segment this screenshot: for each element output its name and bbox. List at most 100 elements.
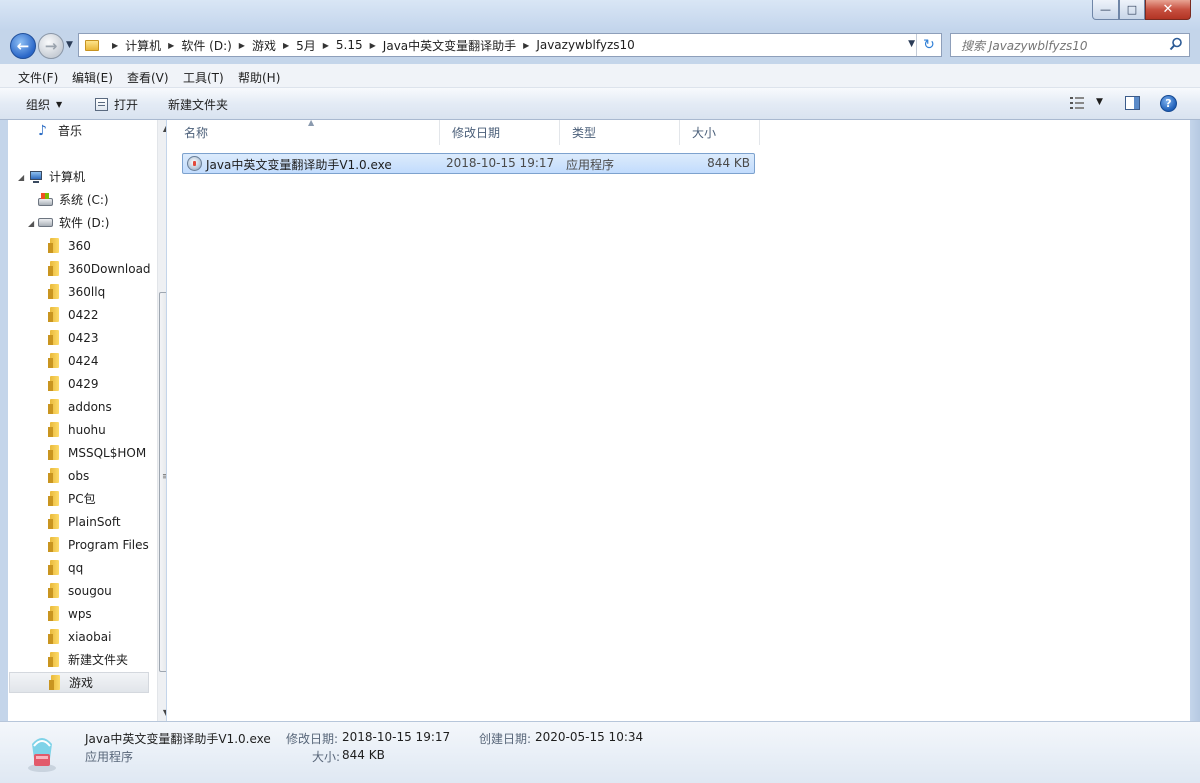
menu-file[interactable]: 文件(F)	[18, 69, 58, 86]
folder-icon	[48, 376, 61, 391]
scroll-up-icon[interactable]: ▲	[158, 120, 166, 137]
tree-item-folder[interactable]: 0429	[48, 373, 166, 394]
maximize-button[interactable]: □	[1119, 0, 1145, 20]
search-icon[interactable]	[1169, 37, 1183, 51]
tree-item-music[interactable]: ♪ 音乐	[38, 120, 166, 141]
tree-item-folder[interactable]: sougou	[48, 580, 166, 601]
chevron-right-icon[interactable]: ▶	[370, 41, 376, 50]
tree-item-label: PlainSoft	[68, 514, 121, 529]
breadcrumb-computer[interactable]: 计算机	[125, 37, 161, 54]
tree-item-computer[interactable]: 计算机	[28, 166, 166, 187]
tree-item-drive-d[interactable]: 软件 (D:)	[38, 212, 166, 233]
folder-icon	[48, 560, 61, 575]
open-icon	[95, 98, 108, 111]
chevron-right-icon[interactable]: ▶	[239, 41, 245, 50]
explorer-window: — □ ✕ ← → ▼ ▶ 计算机 ▶ 软件 (D:) ▶ 游戏 ▶ 5月 ▶ …	[0, 0, 1200, 783]
folder-icon	[48, 284, 61, 299]
breadcrumb-java-tool[interactable]: Java中英文变量翻译助手	[383, 37, 516, 54]
tree-item-label: 系统 (C:)	[59, 193, 109, 207]
tree-item-folder[interactable]: 360Download	[48, 258, 166, 279]
folder-icon	[48, 468, 61, 483]
details-pane: Java中英文变量翻译助手V1.0.exe 应用程序 修改日期: 2018-10…	[0, 721, 1200, 783]
scrollbar-thumb[interactable]	[159, 292, 166, 672]
tree-item-label: 0429	[68, 376, 99, 391]
folder-icon	[48, 422, 61, 437]
tree-item-folder[interactable]: PC包	[48, 488, 166, 509]
recent-pages-dropdown-icon[interactable]: ▼	[66, 40, 73, 50]
address-dropdown-icon[interactable]: ▼	[908, 39, 915, 49]
tree-item-folder[interactable]: Program Files	[48, 534, 166, 555]
tree-item-folder[interactable]: 0424	[48, 350, 166, 371]
breadcrumb-515[interactable]: 5.15	[336, 38, 363, 52]
command-bar: 组织 ▼ 打开 新建文件夹 ▼ ?	[0, 88, 1200, 120]
tree-item-folder[interactable]: 0423	[48, 327, 166, 348]
tree-item-drive-c[interactable]: 系统 (C:)	[38, 189, 166, 210]
new-folder-button[interactable]: 新建文件夹	[168, 96, 228, 113]
details-created-value: 2020-05-15 10:34	[535, 730, 644, 744]
search-input[interactable]	[959, 35, 1163, 57]
menu-bar: 文件(F) 编辑(E) 查看(V) 工具(T) 帮助(H)	[0, 64, 1200, 88]
chevron-right-icon[interactable]: ▶	[323, 41, 329, 50]
scroll-down-icon[interactable]: ▼	[158, 704, 166, 721]
folder-icon	[48, 514, 61, 529]
tree-item-folder[interactable]: wps	[48, 603, 166, 624]
breadcrumb-drive-d[interactable]: 软件 (D:)	[181, 37, 231, 54]
view-dropdown-icon[interactable]: ▼	[1096, 97, 1103, 107]
chevron-right-icon[interactable]: ▶	[283, 41, 289, 50]
menu-view[interactable]: 查看(V)	[127, 69, 169, 86]
tree-item-folder[interactable]: 0422	[48, 304, 166, 325]
tree-item-label: 360llq	[68, 284, 106, 299]
collapse-icon[interactable]: ◢	[18, 173, 24, 182]
folder-icon	[48, 606, 61, 621]
open-button[interactable]: 打开	[95, 96, 138, 113]
tree-item-folder[interactable]: obs	[48, 465, 166, 486]
folder-icon	[48, 537, 61, 552]
column-header-type[interactable]: 类型	[560, 120, 680, 145]
tree-item-folder[interactable]: huohu	[48, 419, 166, 440]
help-icon[interactable]: ?	[1160, 95, 1177, 112]
sort-ascending-icon: ▲	[308, 118, 315, 127]
breadcrumb-may[interactable]: 5月	[296, 37, 316, 54]
address-bar[interactable]: ▶ 计算机 ▶ 软件 (D:) ▶ 游戏 ▶ 5月 ▶ 5.15 ▶ Java中…	[78, 33, 942, 57]
breadcrumb-current[interactable]: Javazywblfyzs10	[536, 38, 634, 52]
tree-item-folder[interactable]: xiaobai	[48, 626, 166, 647]
chevron-right-icon[interactable]: ▶	[168, 41, 174, 50]
column-header-name[interactable]: 名称 ▲	[172, 118, 440, 145]
file-type: 应用程序	[566, 158, 615, 172]
column-label: 类型	[572, 126, 597, 140]
chevron-right-icon[interactable]: ▶	[112, 41, 118, 50]
column-header-modified[interactable]: 修改日期	[440, 120, 560, 145]
file-row[interactable]: Java中英文变量翻译助手V1.0.exe 2018-10-15 19:17 应…	[182, 153, 755, 174]
minimize-button[interactable]: —	[1092, 0, 1119, 20]
organize-button[interactable]: 组织 ▼	[26, 96, 62, 113]
view-options-icon[interactable]	[1070, 97, 1084, 109]
tree-item-folder[interactable]: MSSQL$HOM	[48, 442, 166, 463]
tree-item-folder[interactable]: PlainSoft	[48, 511, 166, 532]
tree-item-folder[interactable]: 360llq	[48, 281, 166, 302]
refresh-icon[interactable]: ↻	[916, 34, 941, 56]
chevron-right-icon[interactable]: ▶	[523, 41, 529, 50]
tree-item-folder[interactable]: addons	[48, 396, 166, 417]
tree-item-label: 新建文件夹	[68, 653, 129, 667]
tree-item-label: MSSQL$HOM	[68, 445, 147, 460]
tree-item-folder[interactable]: 新建文件夹	[48, 649, 166, 670]
breadcrumb-games[interactable]: 游戏	[252, 37, 276, 54]
tree-item-label: xiaobai	[68, 629, 112, 644]
menu-help[interactable]: 帮助(H)	[238, 69, 280, 86]
tree-item-folder-selected[interactable]: 游戏	[9, 672, 149, 693]
column-label: 修改日期	[452, 126, 501, 140]
column-header-size[interactable]: 大小	[680, 120, 760, 145]
tree-item-folder[interactable]: qq	[48, 557, 166, 578]
menu-tools[interactable]: 工具(T)	[183, 69, 224, 86]
preview-pane-icon[interactable]	[1125, 96, 1140, 110]
collapse-icon[interactable]: ◢	[28, 219, 34, 228]
search-box[interactable]	[950, 33, 1190, 57]
forward-button[interactable]: →	[38, 33, 64, 59]
application-icon	[28, 738, 56, 772]
details-modified-label: 修改日期:	[286, 732, 339, 746]
back-button[interactable]: ←	[10, 33, 36, 59]
tree-item-folder[interactable]: 360	[48, 235, 166, 256]
close-button[interactable]: ✕	[1145, 0, 1191, 20]
menu-edit[interactable]: 编辑(E)	[72, 69, 113, 86]
navigation-scrollbar[interactable]: ▲ ≡ ▼	[157, 120, 166, 721]
